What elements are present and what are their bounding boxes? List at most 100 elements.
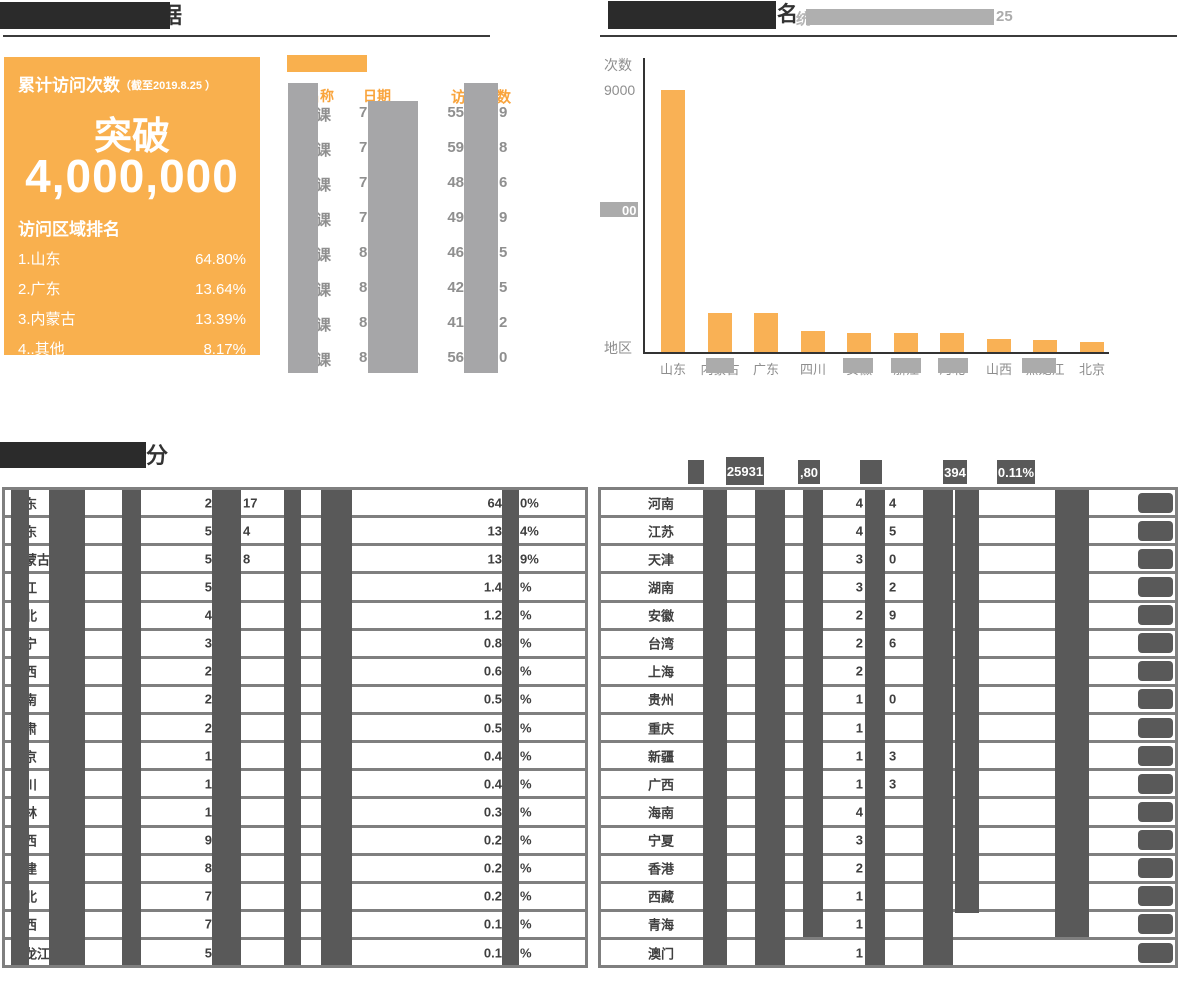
mid-right-fragment: 0 bbox=[889, 551, 896, 566]
daily-name-fragment: 课 bbox=[316, 314, 331, 335]
redaction-blob bbox=[1138, 886, 1173, 906]
mid-left-fragment: 3 bbox=[837, 551, 863, 566]
pct-main-left: 0.1 bbox=[465, 945, 502, 960]
redaction-blob bbox=[1138, 577, 1173, 597]
dashboard-page: 据 累计访问次数（截至2019.8.25 ） 突破 4,000,000 访问区域… bbox=[0, 0, 1181, 1004]
pct-main-left: 0.2 bbox=[465, 889, 502, 904]
province-name: 湖南 bbox=[631, 577, 691, 596]
daily-count-right-fragment: 6 bbox=[499, 174, 507, 191]
province-name: 江苏 bbox=[631, 521, 691, 540]
mid-left-fragment: 1 bbox=[186, 776, 212, 791]
pct-main-left: 1.2 bbox=[465, 608, 502, 623]
mid-left-fragment: 5 bbox=[186, 579, 212, 594]
chart-x-axis-label: 地区 bbox=[604, 338, 632, 358]
pct-main-right: % bbox=[520, 748, 532, 763]
chart-ytick-mid-visible: 00 bbox=[622, 203, 636, 218]
mid-right-fragment: 17 bbox=[243, 495, 257, 510]
daily-count-left-fragment: 56 bbox=[436, 349, 464, 366]
left-mid-redaction-strip bbox=[212, 490, 241, 965]
daily-count-left-fragment: 55 bbox=[436, 104, 464, 121]
mid-right-fragment: 5 bbox=[889, 523, 896, 538]
mid-left-fragment: 2 bbox=[186, 720, 212, 735]
card-rank-title: 访问区域排名 bbox=[18, 215, 120, 240]
redaction-blob bbox=[1138, 802, 1173, 822]
redaction-blob bbox=[1138, 746, 1173, 766]
daily-name-fragment: 课 bbox=[316, 244, 331, 265]
chart-ytick-9000: 9000 bbox=[604, 82, 635, 98]
mid-right-fragment: 8 bbox=[243, 551, 250, 566]
redaction-blob bbox=[1138, 914, 1173, 934]
bottom-title-visible-text: 分 bbox=[146, 443, 168, 469]
floating-strip-empty-1 bbox=[688, 460, 704, 484]
province-name: 新疆 bbox=[631, 746, 691, 765]
card-rank-list: 1.山东64.80%2.广东13.64%3.内蒙古13.39%4..其他8.17… bbox=[18, 245, 246, 365]
daily-count-left-fragment: 49 bbox=[436, 209, 464, 226]
redaction-blob bbox=[1138, 689, 1173, 709]
redaction-blob bbox=[1138, 858, 1173, 878]
bar bbox=[661, 90, 685, 352]
mid-left-fragment: 1 bbox=[837, 748, 863, 763]
pct-main-left: 0.8 bbox=[465, 636, 502, 651]
pct-main-left: 0.4 bbox=[465, 748, 502, 763]
left-count-redaction-strip bbox=[49, 490, 85, 965]
daily-name-fragment: 课 bbox=[316, 279, 331, 300]
mid-left-fragment: 5 bbox=[186, 551, 212, 566]
redaction-blob bbox=[1138, 521, 1173, 541]
card-rank-name: 2.广东 bbox=[18, 275, 61, 305]
daily-count-left-fragment: 59 bbox=[436, 139, 464, 156]
daily-name-fragment: 课 bbox=[316, 139, 331, 160]
redaction-blob bbox=[1138, 774, 1173, 794]
pct-main-right: % bbox=[520, 945, 532, 960]
bar bbox=[1033, 340, 1057, 352]
daily-count-right-fragment: 0 bbox=[499, 349, 507, 366]
floating-strip-count: 25931 bbox=[726, 457, 764, 485]
daily-date-fragment: 7 bbox=[359, 174, 367, 191]
mid-left-fragment: 4 bbox=[837, 523, 863, 538]
pct-main-left: 0.4 bbox=[465, 776, 502, 791]
mid-left-fragment: 7 bbox=[186, 889, 212, 904]
mid-right-fragment: 4 bbox=[889, 495, 896, 510]
region-table-right: 河南3940.11%,64440.11%2350.11%江苏2350.11%,3… bbox=[598, 487, 1178, 968]
card-rank-pct: 13.39% bbox=[195, 305, 246, 335]
mid-right-fragment: 0 bbox=[889, 692, 896, 707]
card-rank-name: 3.内蒙古 bbox=[18, 305, 76, 335]
bar bbox=[708, 313, 732, 352]
daily-date-fragment: 8 bbox=[359, 244, 367, 261]
pct-main-left: 0.5 bbox=[465, 692, 502, 707]
redaction-blob bbox=[1138, 718, 1173, 738]
chart-label-redaction-strip bbox=[1022, 358, 1056, 373]
mid-left-fragment: 9 bbox=[186, 833, 212, 848]
right-mid-redaction-strip bbox=[865, 490, 885, 965]
pct-main-right: % bbox=[520, 692, 532, 707]
pct-main-left: 0.5 bbox=[465, 720, 502, 735]
pct-main-left: 13 bbox=[465, 551, 502, 566]
daily-count-left-fragment: 46 bbox=[436, 244, 464, 261]
mid-left-fragment: 4 bbox=[186, 608, 212, 623]
mid-left-fragment: 1 bbox=[837, 945, 863, 960]
pct-main-right: % bbox=[520, 776, 532, 791]
floating-strip-pct: 0.11% bbox=[997, 460, 1035, 484]
mid-left-fragment: 5 bbox=[186, 523, 212, 538]
top-right-title-visible-text: 名 bbox=[777, 2, 798, 28]
province-name: 西藏 bbox=[631, 887, 691, 906]
top-right-subtitle-redaction-bar bbox=[806, 9, 994, 25]
daily-date-fragment: 7 bbox=[359, 104, 367, 121]
province-name: 青海 bbox=[631, 915, 691, 934]
bar bbox=[987, 339, 1011, 352]
mid-left-fragment: 1 bbox=[837, 917, 863, 932]
redaction-blob bbox=[1138, 549, 1173, 569]
pct-main-right: 9% bbox=[520, 551, 539, 566]
mid-right-fragment: 6 bbox=[889, 636, 896, 651]
province-name: 安徽 bbox=[631, 606, 691, 625]
province-name: 河南 bbox=[631, 493, 691, 512]
bar bbox=[754, 313, 778, 352]
province-name: 天津 bbox=[631, 549, 691, 568]
pct-main-left: 0.2 bbox=[465, 833, 502, 848]
province-name: 上海 bbox=[631, 662, 691, 681]
daily-date-fragment: 8 bbox=[359, 279, 367, 296]
mid-left-fragment: 3 bbox=[186, 636, 212, 651]
bar bbox=[801, 331, 825, 352]
daily-count-right-fragment: 9 bbox=[499, 104, 507, 121]
chart-label-redaction-strip bbox=[938, 358, 968, 373]
pct-main-left: 0.2 bbox=[465, 861, 502, 876]
